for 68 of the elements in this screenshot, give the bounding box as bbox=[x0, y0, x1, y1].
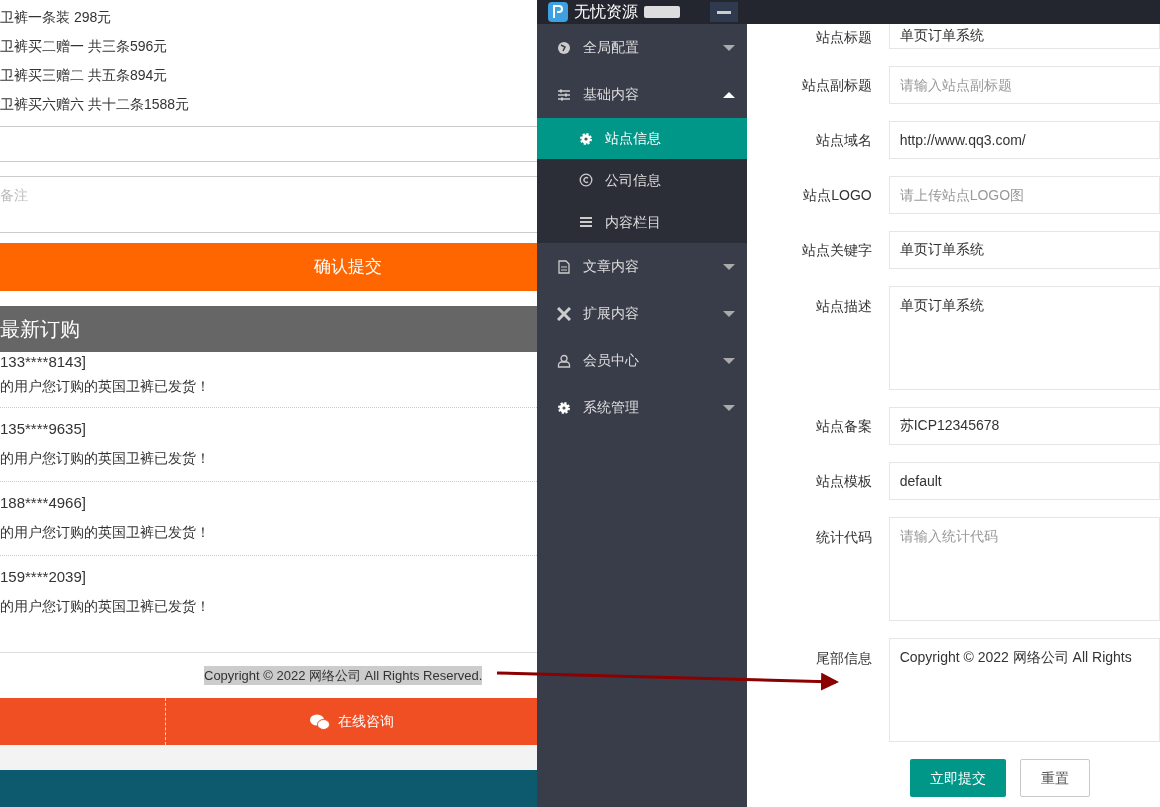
submit-button[interactable]: 立即提交 bbox=[910, 759, 1006, 797]
field-label: 站点域名 bbox=[814, 130, 873, 150]
field-label: 站点LOGO bbox=[802, 185, 873, 205]
input-field[interactable]: 单页订单系统 bbox=[888, 24, 1160, 49]
order-message: 的用户您订购的英国卫裤已发货！ bbox=[0, 449, 211, 468]
sidebar-item[interactable]: 会员中心 bbox=[537, 337, 747, 384]
sidebar-item[interactable]: 全局配置 bbox=[537, 24, 747, 71]
sidebar-subitem[interactable]: 公司信息 bbox=[537, 159, 747, 201]
section-header: 最新订购 bbox=[0, 306, 537, 352]
caret-down-icon bbox=[723, 309, 735, 318]
price-option[interactable]: 卫裤买六赠六 共十二条1588元 bbox=[0, 90, 537, 119]
caret-down-icon bbox=[723, 262, 735, 271]
field-label: 站点副标题 bbox=[800, 75, 873, 95]
sidebar-subitem[interactable]: 站点信息 bbox=[537, 118, 747, 159]
order-message: 的用户您订购的英国卫裤已发货！ bbox=[0, 597, 211, 616]
caret-down-icon bbox=[723, 356, 735, 365]
price-option[interactable]: 卫裤一条装 298元 bbox=[0, 3, 537, 32]
sidebar-item[interactable]: 系统管理 bbox=[537, 384, 747, 431]
copyright-text: Copyright © 2022 网络公司 All Rights Reserved. bbox=[204, 665, 483, 686]
sidebar-item[interactable]: 基础内容 bbox=[537, 71, 747, 118]
sidebar-subitem[interactable]: 内容栏目 bbox=[537, 201, 747, 243]
input-field[interactable]: default bbox=[888, 462, 1160, 500]
menu-button[interactable] bbox=[710, 2, 738, 22]
field-label: 站点描述 bbox=[814, 297, 873, 316]
phone-number: 133****8143] bbox=[0, 352, 87, 372]
field-label: 统计代码 bbox=[814, 528, 873, 547]
gear-icon bbox=[579, 131, 593, 146]
text-area[interactable]: 请输入统计代码 bbox=[888, 517, 1160, 621]
text-area[interactable]: 单页订单系统 bbox=[888, 286, 1160, 390]
price-option[interactable]: 卫裤买二赠一 共三条596元 bbox=[0, 32, 537, 61]
field-label: 尾部信息 bbox=[814, 649, 873, 668]
phone-number: 159****2039] bbox=[0, 567, 87, 587]
sidebar-item[interactable]: 扩展内容 bbox=[537, 290, 747, 337]
input-field[interactable]: 单页订单系统 bbox=[888, 231, 1160, 269]
expand-icon bbox=[557, 306, 571, 321]
document-icon bbox=[557, 259, 571, 274]
logo-text: 无忧资源 bbox=[574, 2, 638, 22]
version-badge bbox=[644, 6, 680, 18]
field-label: 站点模板 bbox=[814, 471, 873, 491]
chat-bubbles-icon bbox=[309, 713, 330, 730]
phone-number: 135****9635] bbox=[0, 419, 87, 439]
field-label: 站点备案 bbox=[814, 416, 873, 436]
reset-button[interactable]: 重置 bbox=[1020, 759, 1090, 797]
phone-number: 188****4966] bbox=[0, 493, 87, 513]
list-icon bbox=[579, 215, 593, 229]
field-label: 站点标题 bbox=[814, 27, 873, 47]
price-option[interactable]: 卫裤买三赠二 共五条894元 bbox=[0, 61, 537, 90]
gear-icon bbox=[557, 400, 571, 415]
logo-icon bbox=[548, 2, 568, 22]
caret-up-icon bbox=[723, 90, 735, 99]
text-area[interactable]: Copyright © 2022 网络公司 All Rights bbox=[888, 638, 1160, 742]
field-label: 站点关键字 bbox=[800, 240, 873, 260]
sliders-icon bbox=[557, 87, 571, 102]
input-field[interactable]: 请上传站点LOGO图 bbox=[888, 176, 1160, 214]
sidebar-item[interactable]: 文章内容 bbox=[537, 243, 747, 290]
input-field[interactable]: http://www.qq3.com/ bbox=[888, 121, 1160, 159]
caret-down-icon bbox=[723, 403, 735, 412]
remark-field[interactable]: 备注 bbox=[0, 176, 537, 233]
input-field[interactable]: 请输入站点副标题 bbox=[888, 66, 1160, 104]
order-message: 的用户您订购的英国卫裤已发货！ bbox=[0, 523, 211, 542]
caret-down-icon bbox=[723, 43, 735, 52]
order-message: 的用户您订购的英国卫裤已发货！ bbox=[0, 377, 211, 396]
text-field[interactable] bbox=[0, 126, 537, 162]
input-field[interactable]: 苏ICP12345678 bbox=[888, 407, 1160, 445]
copyright-icon bbox=[579, 173, 593, 187]
menu-icon bbox=[717, 10, 731, 14]
globe-icon bbox=[557, 40, 571, 55]
user-icon bbox=[557, 353, 571, 368]
